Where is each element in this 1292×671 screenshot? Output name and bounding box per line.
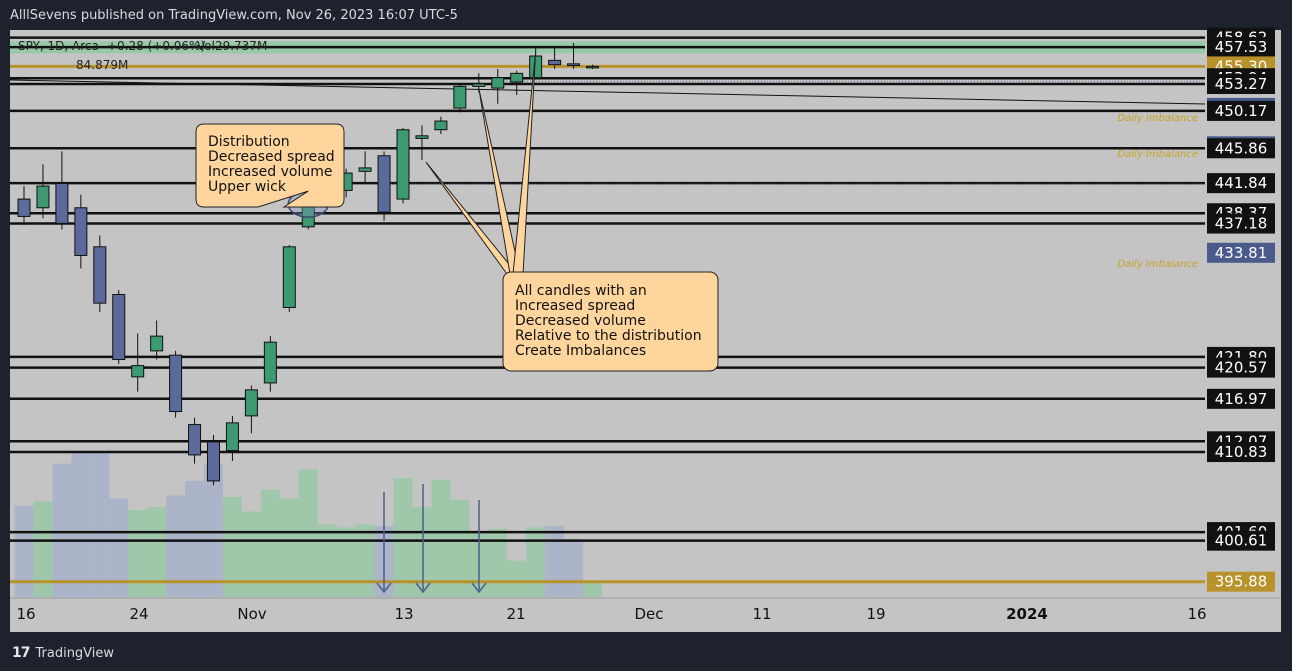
imbalance-label: Daily Imbalance [1117,149,1198,160]
volume-bar [52,463,72,597]
candle-body [434,120,448,131]
x-tick-label: 21 [506,605,525,623]
volume-bar [71,453,91,597]
legend-vol-ma: 84.879M [76,58,128,72]
price-tag-label: 420.57 [1215,359,1268,377]
x-tick-label: 16 [16,605,35,623]
candle-body [169,354,183,413]
distribution-callout-text: Decreased spread [208,149,335,165]
chart[interactable]: Daily Imbalance Daily Imbalance Daily Imba… [0,0,1292,634]
candle-body [453,85,467,109]
tradingview-logo-icon: 17 [12,645,31,661]
imbalance-callout-text: Relative to the distribution [515,328,702,344]
volume-bar [412,507,432,597]
candle-body [188,424,202,456]
volume-bar [431,479,451,597]
x-tick-label: Dec [634,605,663,623]
price-tag-label: 433.81 [1215,244,1268,262]
price-tag-label: 410.83 [1215,443,1268,461]
volume-bar [355,524,375,597]
imbalance-callout-text: Decreased volume [515,313,646,329]
volume-bar [564,539,584,597]
candle-body [567,63,581,67]
candle-body [377,155,391,213]
candle-body [586,65,599,69]
candle-body [491,77,505,89]
candle-body [17,198,31,217]
volume-bar [526,527,546,597]
volume-bar [185,481,205,597]
candle-body [74,207,88,256]
price-tag-label: 445.86 [1215,139,1268,157]
candle-body [548,59,562,66]
distribution-callout-text: Increased volume [208,164,332,180]
x-tick-label: 2024 [1006,605,1048,623]
price-tag-label: 457.53 [1215,38,1268,56]
footer-bar: 17 TradingView [0,634,1292,671]
price-tag-label: 450.17 [1215,102,1268,120]
candle-body [358,167,372,172]
imbalance-callout-text: Create Imbalances [515,343,646,359]
volume-bar [488,528,508,597]
volume-bar [14,505,34,597]
candle-body [93,246,107,304]
volume-bar [147,507,167,597]
legend-volume: Vol29.737M [197,39,267,53]
price-tag-label: 437.18 [1215,215,1268,233]
volume-bar [545,525,565,597]
volume-bar [336,527,356,597]
candle-body [263,341,277,384]
price-tag-label: 441.84 [1215,174,1268,192]
footer-brand: TradingView [35,645,115,661]
candle-body [510,72,524,83]
candle-body [150,335,164,352]
legend-symbol: SPY, 1D, Arca [18,39,99,53]
imbalance-callout-text: Increased spread [515,298,635,314]
distribution-callout-text: Upper wick [208,179,287,195]
distribution-callout-text: Distribution [208,134,290,150]
candle-body [244,389,258,417]
candle-body [472,83,486,87]
candle-body [282,246,296,308]
candle-body [112,293,126,361]
volume-bar [90,453,110,597]
candle-body [207,441,220,482]
x-tick-label: 24 [129,605,148,623]
x-tick-label: 19 [866,605,885,623]
volume-bar [128,510,148,597]
imbalance-label: Daily Imbalance [1117,259,1198,270]
candle-body [415,135,429,139]
legend-change: +0.28 (+0.06%) [107,39,205,53]
imbalance-label: Daily Imbalance [1117,113,1198,124]
volume-bar [507,560,527,597]
price-tag-label: 395.88 [1215,573,1268,591]
candle-body [55,182,69,224]
candle-body [131,365,145,378]
price-tag-label: 400.61 [1215,532,1268,550]
volume-bar [317,524,337,597]
x-tick-label: 11 [752,605,771,623]
candle-body [225,422,239,452]
imbalance-callout-text: All candles with an [515,283,647,299]
tradingview-logo[interactable]: 17 TradingView [12,645,114,661]
x-tick-label: Nov [237,605,266,623]
candle-body [396,129,410,200]
x-tick-label: 13 [394,605,413,623]
volume-bar [241,511,261,597]
candle-body [36,185,50,209]
price-tag-label: 453.27 [1215,75,1268,93]
volume-bar [583,582,602,597]
price-tag-label: 416.97 [1215,390,1268,408]
volume-bar [393,478,413,597]
x-tick-label: 16 [1187,605,1206,623]
